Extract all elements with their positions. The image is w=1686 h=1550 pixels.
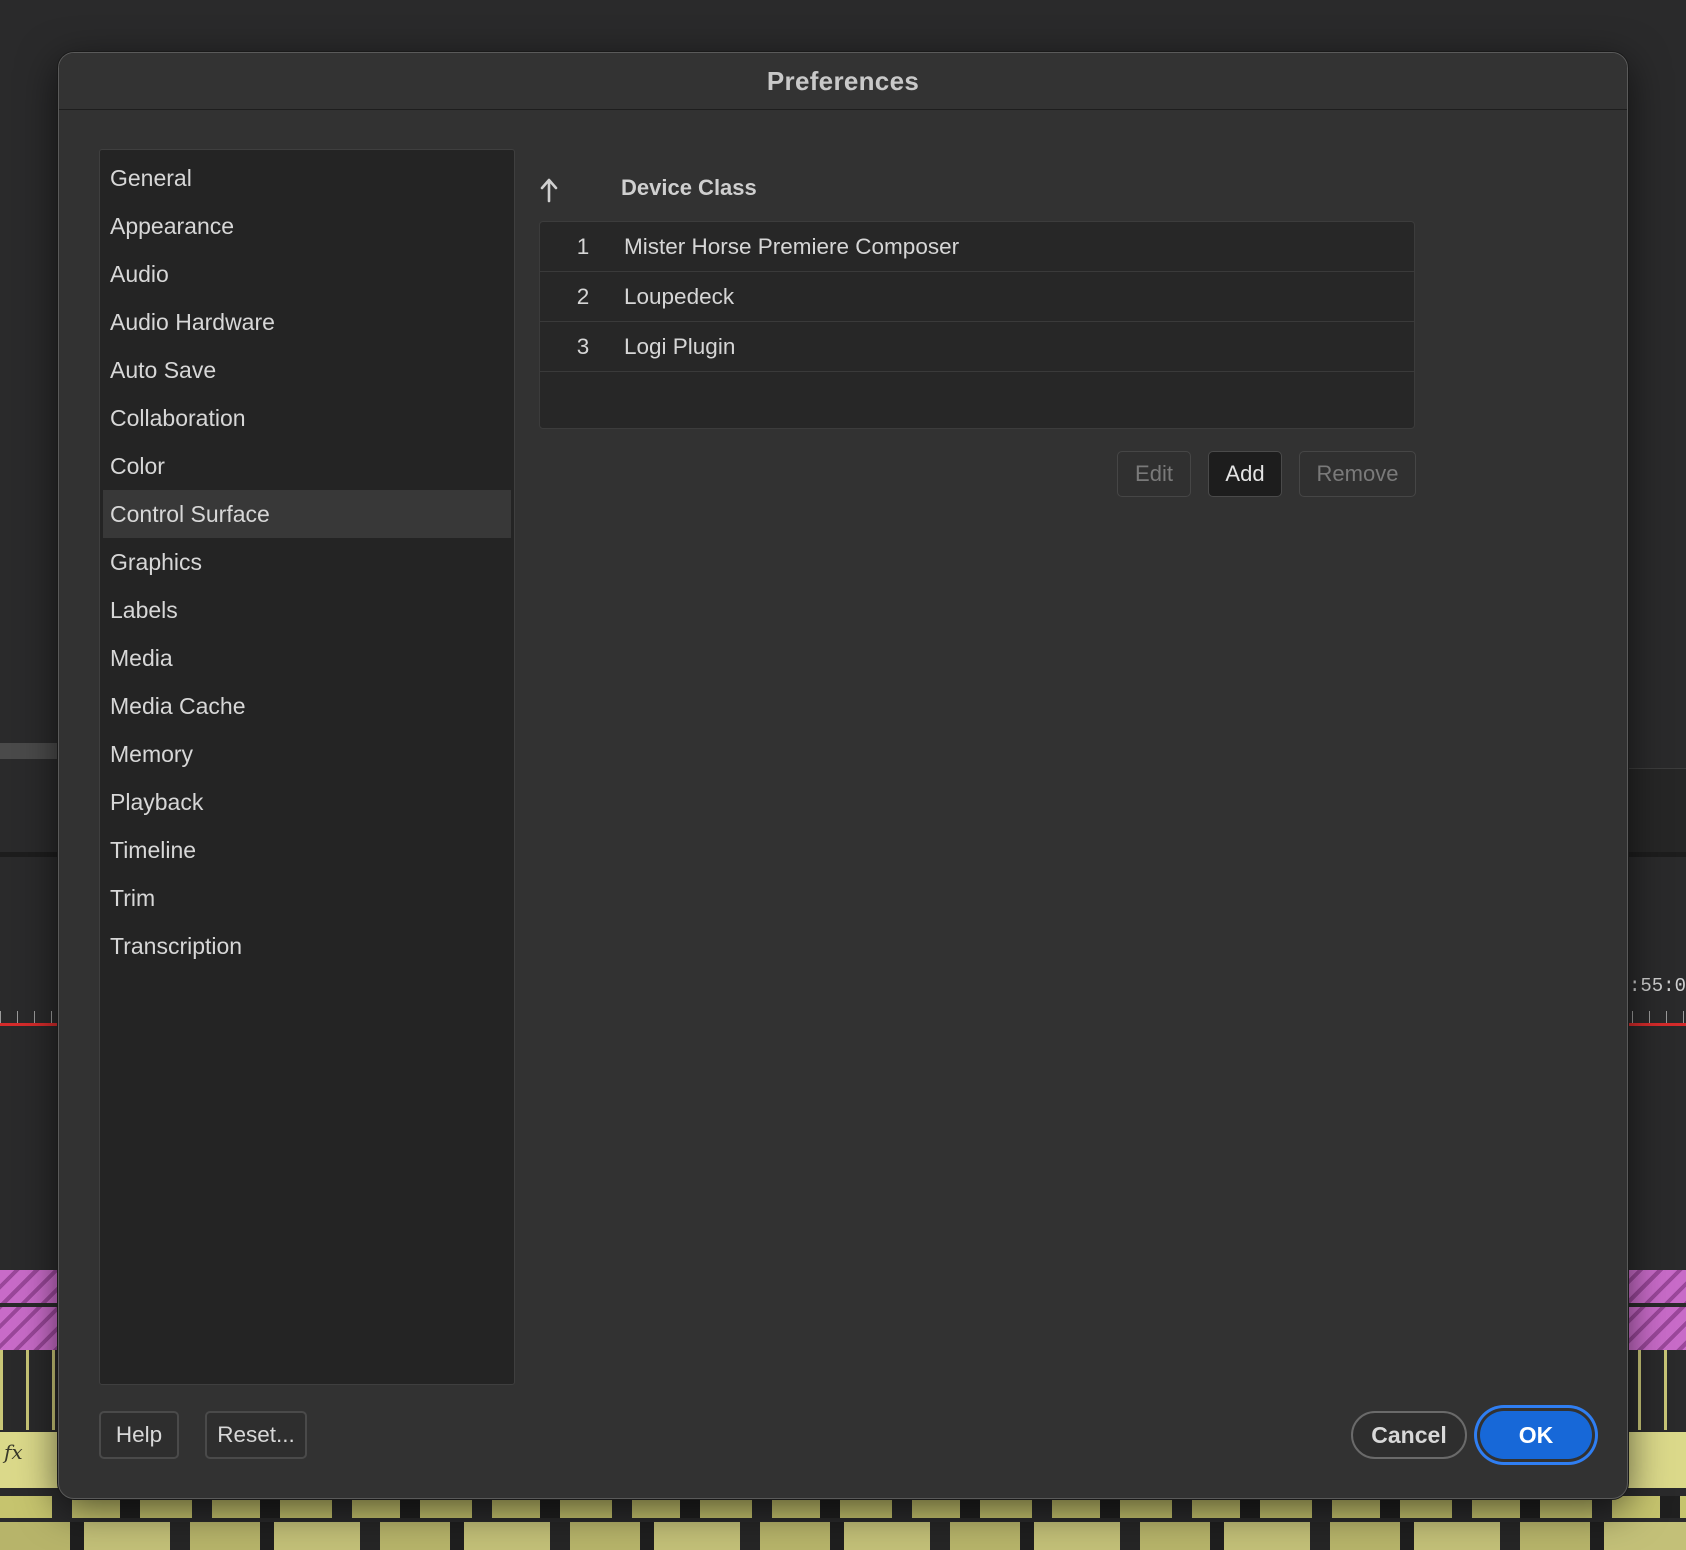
- sidebar-item-color[interactable]: Color: [103, 442, 511, 490]
- preferences-dialog: Preferences General Appearance Audio Aud…: [58, 52, 1628, 1499]
- remove-button[interactable]: Remove: [1299, 451, 1416, 497]
- cancel-button[interactable]: Cancel: [1351, 1411, 1467, 1459]
- sidebar-item-graphics[interactable]: Graphics: [103, 538, 511, 586]
- dialog-title-bar: Preferences: [59, 53, 1627, 110]
- device-name: Mister Horse Premiere Composer: [624, 233, 960, 259]
- sidebar-item-control-surface[interactable]: Control Surface: [103, 490, 511, 538]
- row-number: 2: [576, 283, 590, 309]
- fx-badge-icon: fx: [4, 1440, 23, 1464]
- table-row[interactable]: 3 Logi Plugin: [540, 322, 1414, 372]
- arrow-up-icon[interactable]: [539, 177, 559, 203]
- sidebar-item-collaboration[interactable]: Collaboration: [103, 394, 511, 442]
- ok-button[interactable]: OK: [1480, 1411, 1592, 1459]
- row-number: 3: [576, 333, 590, 359]
- background-panel: [1626, 768, 1686, 855]
- sidebar-item-timeline[interactable]: Timeline: [103, 826, 511, 874]
- sidebar-item-playback[interactable]: Playback: [103, 778, 511, 826]
- audio-clips-row: [0, 1496, 1686, 1518]
- help-button[interactable]: Help: [99, 1411, 179, 1459]
- preferences-sidebar: General Appearance Audio Audio Hardware …: [99, 149, 515, 1385]
- sidebar-item-audio-hardware[interactable]: Audio Hardware: [103, 298, 511, 346]
- device-class-column-header[interactable]: Device Class: [621, 175, 757, 201]
- sidebar-item-transcription[interactable]: Transcription: [103, 922, 511, 970]
- dialog-title: Preferences: [766, 65, 920, 96]
- device-table: 1 Mister Horse Premiere Composer 2 Loupe…: [539, 221, 1415, 429]
- scroll-handle[interactable]: [0, 743, 60, 759]
- sidebar-item-media[interactable]: Media: [103, 634, 511, 682]
- table-row[interactable]: 1 Mister Horse Premiere Composer: [540, 222, 1414, 272]
- device-name: Loupedeck: [624, 283, 735, 309]
- sidebar-item-memory[interactable]: Memory: [103, 730, 511, 778]
- add-button[interactable]: Add: [1208, 451, 1282, 497]
- sidebar-item-media-cache[interactable]: Media Cache: [103, 682, 511, 730]
- sidebar-item-appearance[interactable]: Appearance: [103, 202, 511, 250]
- device-name: Logi Plugin: [624, 333, 736, 359]
- control-surface-panel: Device Class 1 Mister Horse Premiere Com…: [539, 149, 1627, 1378]
- sidebar-item-labels[interactable]: Labels: [103, 586, 511, 634]
- table-row[interactable]: 2 Loupedeck: [540, 272, 1414, 322]
- device-actions: Edit Add Remove: [539, 451, 1416, 499]
- audio-waveform-row: [0, 1522, 1686, 1550]
- sidebar-item-auto-save[interactable]: Auto Save: [103, 346, 511, 394]
- sidebar-item-trim[interactable]: Trim: [103, 874, 511, 922]
- sidebar-item-general[interactable]: General: [103, 154, 511, 202]
- sidebar-item-audio[interactable]: Audio: [103, 250, 511, 298]
- reset-button[interactable]: Reset...: [205, 1411, 307, 1459]
- row-number: 1: [576, 233, 590, 259]
- edit-button[interactable]: Edit: [1117, 451, 1191, 497]
